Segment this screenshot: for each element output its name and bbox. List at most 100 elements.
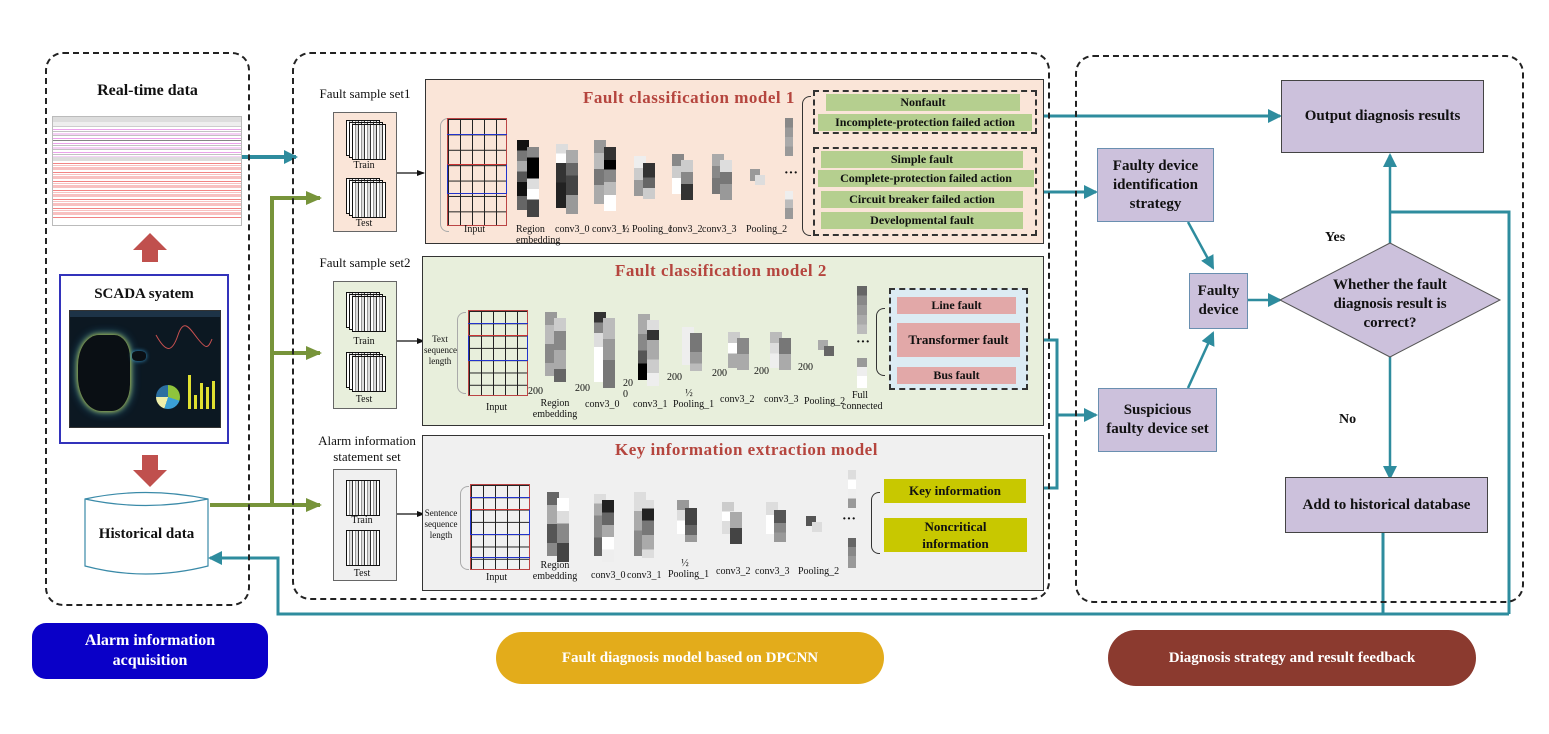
yes-label: Yes (1325, 230, 1346, 245)
decision-label: Whether the fault diagnosis result is co… (1333, 277, 1447, 331)
test-stack-icon (346, 352, 386, 392)
class-simple-fault: Simple fault (821, 151, 1023, 168)
dim-label: 200 (667, 372, 682, 383)
conv3-1-map-2 (647, 320, 659, 386)
scada-screen-thumbnail (69, 310, 221, 428)
layer-label-pooling-2: Pooling_2 (798, 566, 840, 577)
layer-label-conv3-1: conv3_1 (627, 570, 662, 581)
input-matrix (468, 310, 528, 396)
test-stack-icon (346, 178, 386, 218)
region-embedding-map-2 (527, 147, 539, 217)
fc-map (785, 118, 793, 156)
historical-data-label: Historical data (98, 526, 195, 542)
ellipsis: ··· (856, 335, 871, 350)
train-stack-icon (346, 292, 386, 332)
sentence-sequence-length-label: Sentence sequence length (424, 508, 458, 540)
pooling2-map-2 (755, 175, 765, 185)
model1-title: Fault classification model 1 (583, 88, 795, 107)
fc-map (848, 470, 856, 508)
conv3-3-map-2 (720, 160, 732, 200)
faulty-device-node: Faulty device (1189, 273, 1248, 329)
dim-label: 200 (528, 386, 543, 397)
alarm-statement-set-label: Alarm information statement set (318, 433, 416, 464)
layer-label-full-connected: Full connected (842, 390, 883, 412)
layer-label-conv3-3: conv3_3 (702, 224, 737, 235)
pooling1-map-2 (685, 508, 697, 542)
train-label: Train (351, 515, 373, 526)
fc-map-2 (785, 191, 793, 219)
model3-title: Key information extraction model (615, 440, 878, 459)
output-brace (871, 492, 880, 554)
train-stack-icon (346, 480, 384, 520)
layer-label-conv3-2: conv3_2 (716, 566, 751, 577)
class-developmental-fault: Developmental fault (821, 212, 1023, 229)
test-label: Test (353, 568, 371, 579)
fault-sample-set2-label: Fault sample set2 (319, 255, 411, 270)
dim-label: 200 (754, 366, 769, 377)
dim-label: 200 (798, 362, 813, 373)
fault-sample-set1-label: Fault sample set1 (319, 86, 411, 101)
dim-label: 200 (575, 383, 590, 394)
output-brace (876, 308, 885, 376)
scada-title: SCADA syatem (94, 286, 194, 302)
class-incomplete-protection-failed: Incomplete-protection failed action (818, 114, 1032, 131)
region-embedding-map-2 (554, 318, 566, 382)
input-matrix (470, 484, 530, 570)
class-noncritical-information: Noncritical information (884, 518, 1027, 552)
conv3-0-map-2 (603, 318, 615, 388)
class-complete-protection-failed: Complete-protection failed action (818, 170, 1034, 187)
output-diagnosis-results-node: Output diagnosis results (1281, 80, 1484, 153)
fc-map-2 (848, 538, 856, 568)
region-embedding-map-2 (557, 498, 569, 562)
input-matrix (447, 118, 507, 226)
layer-label-conv3-0: conv3_0 (591, 570, 626, 581)
ellipsis: ··· (842, 512, 857, 527)
train-label: Train (353, 160, 375, 171)
model2-title: Fault classification model 2 (615, 261, 827, 280)
class-circuit-breaker-failed: Circuit breaker failed action (821, 191, 1023, 208)
dim-label: 200 (712, 368, 727, 379)
input-brace (460, 486, 469, 570)
conv3-2-map-2 (737, 338, 749, 370)
layer-label-input: Input (486, 402, 508, 413)
layer-label-conv3-1: conv3_1 (633, 399, 668, 410)
realtime-data-title: Real-time data (97, 82, 198, 99)
layer-label-conv3-3: conv3_3 (764, 394, 799, 405)
add-to-historical-database-node: Add to historical database (1285, 477, 1488, 533)
conv3-2-map-2 (730, 512, 742, 544)
layer-label-region-embedding: Region embedding (532, 560, 578, 582)
layer-label-input: Input (464, 224, 486, 235)
layer-label-pooling-1: ½ Pooling_1 (622, 224, 674, 235)
ellipsis: ··· (784, 166, 799, 181)
test-stack-icon (346, 530, 384, 570)
conv3-3-map-2 (774, 510, 786, 542)
realtime-data-table-thumbnail (52, 116, 242, 226)
text-sequence-length-label: Text sequence length (424, 334, 457, 366)
class-nonfault: Nonfault (826, 94, 1020, 111)
layer-label-conv3-0: conv3_0 (555, 224, 590, 235)
layer-label-conv3-0: conv3_0 (585, 399, 620, 410)
layer-label-pooling-1: ½ Pooling_1 (673, 388, 715, 410)
train-label: Train (353, 336, 375, 347)
layer-label-conv3-3: conv3_3 (755, 566, 790, 577)
no-label: No (1339, 412, 1357, 427)
layer-label-region-embedding: Region embedding (532, 398, 578, 420)
layer-label-pooling-2: Pooling_2 (746, 224, 788, 235)
layer-label-pooling-1: ½ Pooling_1 (668, 558, 710, 580)
conv3-0-map-2 (602, 500, 614, 562)
conv3-0-map-2 (566, 150, 578, 214)
layer-label-conv3-2: conv3_2 (668, 224, 703, 235)
conv3-2-map-2 (681, 160, 693, 200)
layer-label-pooling-2: Pooling_2 (804, 396, 846, 407)
pooling2-map-2 (812, 522, 822, 532)
dim-label: 20 0 (623, 378, 633, 400)
class-bus-fault: Bus fault (897, 367, 1016, 384)
conv3-1-map-2 (642, 500, 654, 558)
train-stack-icon (346, 120, 386, 160)
dpcnn-footer: Fault diagnosis model based on DPCNN (496, 632, 884, 684)
class-transformer-fault: Transformer fault (897, 323, 1020, 357)
pooling1-map-2 (690, 333, 702, 371)
test-label: Test (355, 218, 373, 229)
fc-map-2 (857, 358, 867, 388)
layer-label-input: Input (486, 572, 508, 583)
